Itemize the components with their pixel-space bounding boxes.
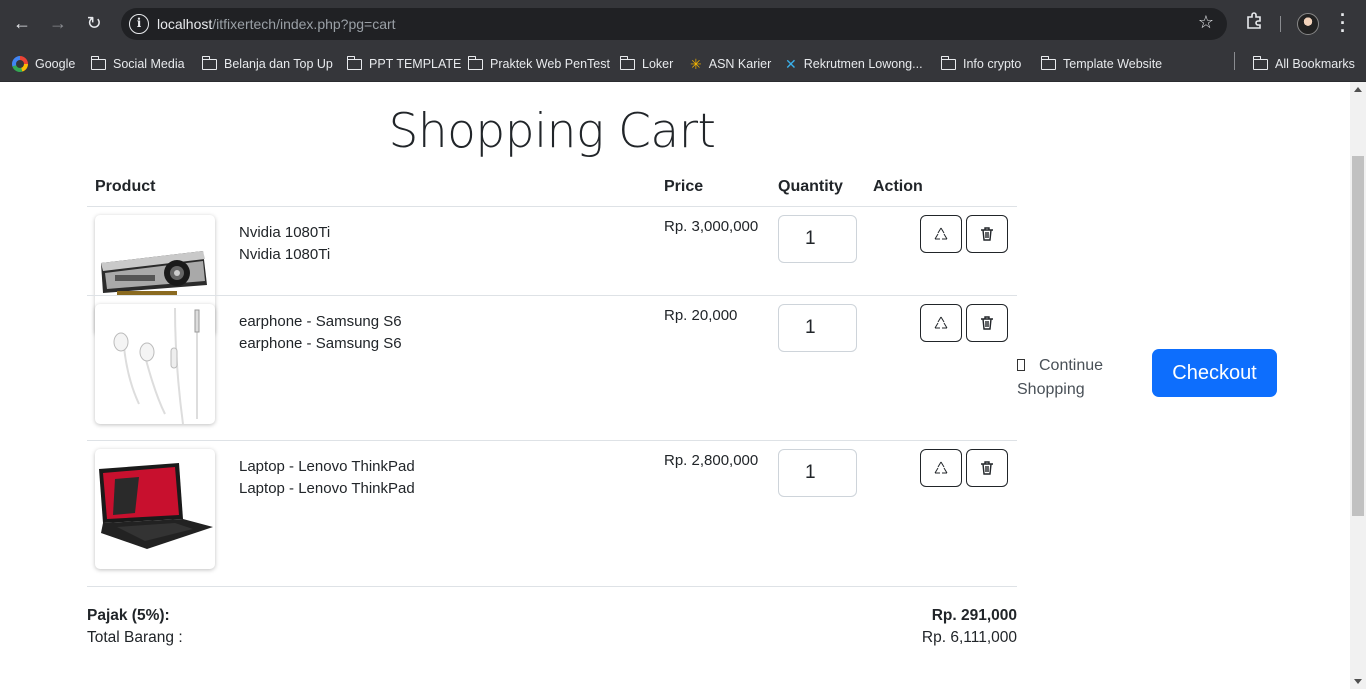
table-divider	[87, 295, 1017, 296]
tax-value: Rp. 291,000	[931, 607, 1017, 624]
folder-icon	[940, 55, 956, 70]
quantity-input[interactable]: 1	[778, 215, 857, 263]
product-title[interactable]: Nvidia 1080Ti	[239, 222, 330, 244]
bookmark-asn-karier[interactable]: ✳ ASN Karier	[690, 53, 771, 75]
bookmarks-bar: Google Social Media Belanja dan Top Up P…	[0, 47, 1366, 82]
product-price: Rp. 2,800,000	[664, 452, 759, 469]
update-button[interactable]	[920, 449, 962, 487]
address-bar[interactable]: i localhost/itfixertech/index.php?pg=car…	[121, 8, 1227, 40]
all-bookmarks[interactable]: All Bookmarks	[1252, 53, 1355, 75]
table-divider	[87, 440, 1017, 441]
product-subtitle: Nvidia 1080Ti	[239, 245, 331, 263]
vertical-scrollbar[interactable]	[1350, 82, 1366, 689]
product-title[interactable]: Laptop - Lenovo ThinkPad	[239, 456, 415, 478]
total-value: Rp. 6,111,000	[921, 629, 1017, 646]
bookmark-info-crypto[interactable]: Info crypto	[940, 53, 1021, 75]
table-divider	[87, 586, 1017, 587]
checkout-button[interactable]: Checkout	[1152, 349, 1277, 397]
table-divider	[87, 206, 1017, 207]
recycle-icon	[934, 316, 948, 329]
recycle-icon	[934, 461, 948, 474]
quantity-input[interactable]: 1	[778, 449, 857, 497]
bookmark-ppt-template[interactable]: PPT TEMPLATE	[346, 53, 461, 75]
google-icon	[12, 56, 28, 72]
folder-icon	[1252, 55, 1268, 70]
bookmark-google[interactable]: Google	[12, 53, 75, 75]
page-title: Shopping Cart	[388, 104, 716, 159]
url-text[interactable]: localhost/itfixertech/index.php?pg=cart	[157, 16, 396, 32]
product-price: Rp. 3,000,000	[664, 218, 759, 235]
bookmark-belanja[interactable]: Belanja dan Top Up	[201, 53, 333, 75]
delete-button[interactable]	[966, 449, 1008, 487]
update-button[interactable]	[920, 215, 962, 253]
folder-icon	[619, 55, 635, 70]
delete-button[interactable]	[966, 215, 1008, 253]
folder-icon	[201, 55, 217, 70]
page-content: Shopping Cart Product Price Quantity Act…	[0, 82, 1350, 689]
asn-icon: ✳	[690, 55, 702, 72]
product-image-earphone[interactable]	[95, 304, 215, 424]
product-subtitle: Laptop - Lenovo ThinkPad	[239, 479, 415, 497]
product-image-laptop[interactable]	[95, 449, 215, 569]
header-quantity: Quantity	[778, 178, 843, 195]
header-price: Price	[664, 178, 704, 195]
rekrutmen-icon: ✕	[785, 55, 797, 72]
bookmark-rekrutmen[interactable]: ✕ Rekrutmen Lowong...	[785, 53, 923, 75]
scroll-thumb[interactable]	[1352, 156, 1364, 516]
extensions-icon[interactable]	[1245, 12, 1263, 35]
bookmark-praktek-web[interactable]: Praktek Web PenTest	[467, 53, 610, 75]
bookmark-template-website[interactable]: Template Website	[1040, 53, 1162, 75]
browser-toolbar: ← → ↻ i localhost/itfixertech/index.php?…	[0, 0, 1366, 47]
trash-icon	[981, 227, 993, 241]
arrow-left-icon	[1017, 359, 1025, 371]
profile-avatar[interactable]	[1297, 13, 1319, 35]
toolbar-divider	[1280, 16, 1281, 32]
bookmark-social-media[interactable]: Social Media	[90, 53, 185, 75]
folder-icon	[1040, 55, 1056, 70]
product-name: earphone - Samsung S6 earphone - Samsung…	[239, 311, 402, 354]
forward-icon[interactable]: →	[47, 12, 69, 34]
folder-icon	[467, 55, 483, 70]
delete-button[interactable]	[966, 304, 1008, 342]
folder-icon	[346, 55, 362, 70]
product-name: Nvidia 1080Ti Nvidia 1080Ti	[239, 222, 330, 265]
bookmark-star-icon[interactable]: ☆	[1198, 12, 1214, 33]
total-label: Total Barang :	[87, 629, 183, 646]
header-action: Action	[873, 178, 923, 195]
header-product: Product	[95, 178, 156, 195]
trash-icon	[981, 461, 993, 475]
continue-shopping-link[interactable]: Continue Shopping	[1017, 354, 1127, 402]
site-info-icon[interactable]: i	[129, 14, 149, 34]
folder-icon	[90, 55, 106, 70]
trash-icon	[981, 316, 993, 330]
quantity-input[interactable]: 1	[778, 304, 857, 352]
scroll-up-arrow-icon[interactable]	[1354, 87, 1362, 92]
product-price: Rp. 20,000	[664, 307, 738, 324]
reload-icon[interactable]: ↻	[83, 12, 105, 34]
product-title[interactable]: earphone - Samsung S6	[239, 311, 402, 333]
tax-label: Pajak (5%):	[87, 607, 170, 624]
recycle-icon	[934, 227, 948, 240]
menu-icon[interactable]: · · ·	[1336, 6, 1350, 40]
product-name: Laptop - Lenovo ThinkPad Laptop - Lenovo…	[239, 456, 415, 499]
update-button[interactable]	[920, 304, 962, 342]
product-subtitle: earphone - Samsung S6	[239, 334, 402, 352]
back-icon[interactable]: ←	[11, 12, 33, 34]
scroll-down-arrow-icon[interactable]	[1354, 679, 1362, 684]
bookmarks-divider	[1234, 52, 1235, 70]
bookmark-loker[interactable]: Loker	[619, 53, 673, 75]
